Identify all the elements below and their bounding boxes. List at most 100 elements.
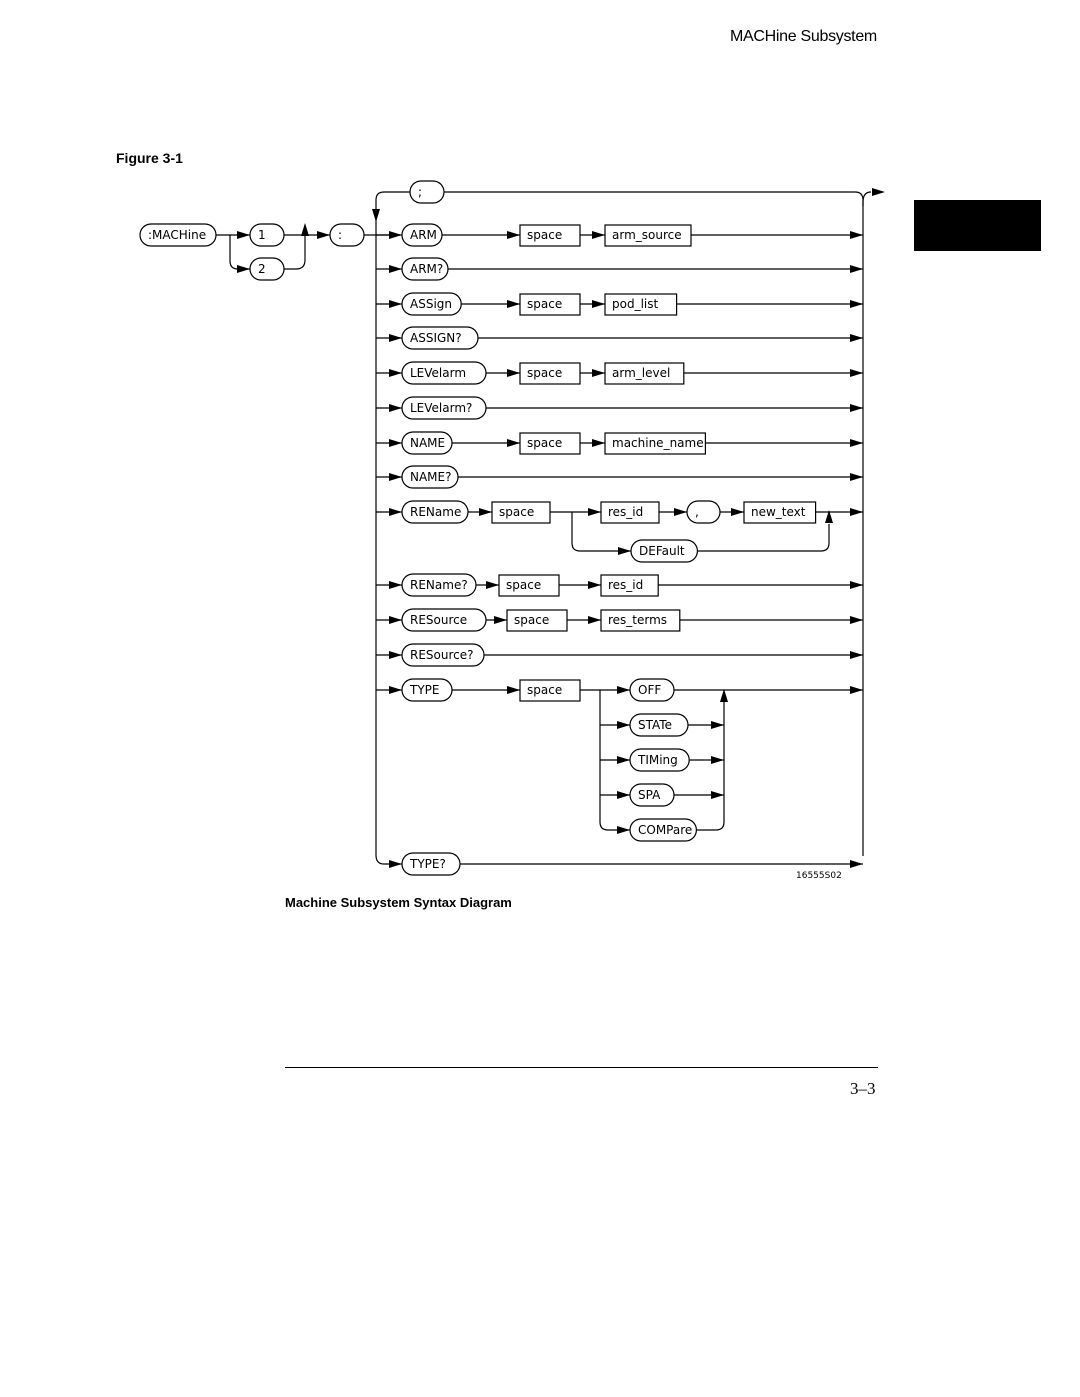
- syntax-diagram: :MACHine 1 2:; ARM space arm_source ARM? ASSign…: [139, 180, 885, 881]
- arrow-right-icon: [389, 300, 402, 308]
- arrow-right-icon: [389, 369, 402, 377]
- command-name-param-label: machine_name: [612, 436, 704, 450]
- rename-comma-label: ,: [695, 505, 699, 519]
- arrow-right-icon: [486, 581, 499, 589]
- command-rename-query-label: REName?: [410, 578, 468, 592]
- machine-number-2-label: 2: [258, 262, 266, 276]
- page-number: 3–3: [850, 1079, 876, 1098]
- arrow-up-icon: [720, 689, 728, 702]
- arrow-right-icon: [592, 369, 605, 377]
- arrow-right-icon: [850, 334, 863, 342]
- command-levelarm-space-label: space: [527, 366, 562, 380]
- arrow-right-icon: [507, 231, 520, 239]
- connector-path: [284, 235, 306, 270]
- arrow-right-icon: [588, 508, 601, 516]
- type-option-spa-label: SPA: [638, 788, 661, 802]
- figure-caption: Machine Subsystem Syntax Diagram: [285, 895, 512, 910]
- arrow-right-icon: [588, 581, 601, 589]
- arrow-right-icon: [389, 231, 402, 239]
- rename-res-id-label: res_id: [608, 505, 643, 519]
- command-assign-query-label: ASSIGN?: [410, 331, 462, 345]
- figure-id: 16555S02: [796, 871, 842, 881]
- separator-node: [409, 180, 445, 204]
- left-bus: [375, 191, 410, 855]
- command-resource-param-label: res_terms: [608, 613, 667, 627]
- command-assign-label: ASSign: [410, 297, 452, 311]
- arrow-right-icon: [850, 300, 863, 308]
- arrow-right-icon: [507, 369, 520, 377]
- footer-rule: [285, 1067, 878, 1068]
- arrow-right-icon: [850, 404, 863, 412]
- command-assign-space-label: space: [527, 297, 562, 311]
- connector-path: [697, 524, 830, 552]
- command-resource-query-label: RESource?: [410, 648, 474, 662]
- connector-path: [696, 702, 725, 831]
- arrow-right-icon: [617, 826, 630, 834]
- command-resource-space-label: space: [514, 613, 549, 627]
- command-name-space-label: space: [527, 436, 562, 450]
- type-option-state-label: STATe: [638, 718, 672, 732]
- arrow-right-icon: [674, 508, 687, 516]
- arrow-right-icon: [389, 616, 402, 624]
- arrow-right-icon: [617, 686, 630, 694]
- arrow-right-icon: [389, 686, 402, 694]
- arrow-right-icon: [592, 231, 605, 239]
- arrow-right-icon: [711, 721, 724, 729]
- command-arm-label: ARM: [410, 228, 437, 242]
- arrow-right-icon: [617, 791, 630, 799]
- machine-number-2-node: [249, 257, 285, 281]
- arrow-right-icon: [711, 756, 724, 764]
- arrow-right-icon: [507, 300, 520, 308]
- rename-new-text-label: new_text: [751, 505, 806, 519]
- rename-space-label: space: [499, 505, 534, 519]
- arrow-right-icon: [850, 616, 863, 624]
- arrow-right-icon: [850, 651, 863, 659]
- arrow-right-icon: [850, 439, 863, 447]
- arrow-right-icon: [850, 231, 863, 239]
- machine-number-1-label: 1: [258, 228, 266, 242]
- rename-comma-node: [686, 500, 721, 524]
- colon-node: [329, 223, 365, 247]
- arrow-right-icon: [850, 581, 863, 589]
- command-levelarm-label: LEVelarm: [410, 366, 466, 380]
- arrow-down-icon: [372, 209, 380, 222]
- arrow-right-icon: [389, 508, 402, 516]
- separator-return-path: [444, 191, 864, 206]
- arrow-right-icon: [872, 188, 885, 196]
- arrow-right-icon: [389, 651, 402, 659]
- command-levelarm-param-label: arm_level: [612, 366, 670, 380]
- arrow-right-icon: [850, 265, 863, 273]
- separator-label: ;: [418, 185, 422, 199]
- arrow-right-icon: [389, 265, 402, 273]
- command-name-label: NAME: [410, 436, 445, 450]
- arrow-right-icon: [588, 616, 601, 624]
- connector-path: [229, 235, 250, 270]
- arrow-right-icon: [507, 439, 520, 447]
- arrow-up-icon: [301, 223, 309, 236]
- command-rename-label: REName: [410, 505, 461, 519]
- type-option-compare-label: COMPare: [638, 823, 692, 837]
- command-name-query-label: NAME?: [410, 470, 452, 484]
- colon-label: :: [338, 228, 342, 242]
- command-levelarm-query-label: LEVelarm?: [410, 401, 472, 415]
- command-arm-query-label: ARM?: [410, 262, 443, 276]
- arrow-right-icon: [731, 508, 744, 516]
- arrow-right-icon: [317, 231, 330, 239]
- arrow-right-icon: [711, 791, 724, 799]
- command-arm-param-label: arm_source: [612, 228, 682, 242]
- command-type-query-label: TYPE?: [409, 857, 446, 871]
- arrow-right-icon: [592, 300, 605, 308]
- arrow-right-icon: [389, 581, 402, 589]
- arrow-right-icon: [618, 547, 631, 555]
- connector-path: [862, 191, 872, 203]
- arrow-right-icon: [389, 439, 402, 447]
- type-space-label: space: [527, 683, 562, 697]
- arrow-right-icon: [389, 473, 402, 481]
- arrow-right-icon: [850, 686, 863, 694]
- arrow-right-icon: [389, 860, 402, 868]
- arrow-right-icon: [592, 439, 605, 447]
- arrow-right-icon: [479, 508, 492, 516]
- type-option-off-label: OFF: [638, 683, 661, 697]
- arrow-right-icon: [494, 616, 507, 624]
- command-rename-query-param-label: res_id: [608, 578, 643, 592]
